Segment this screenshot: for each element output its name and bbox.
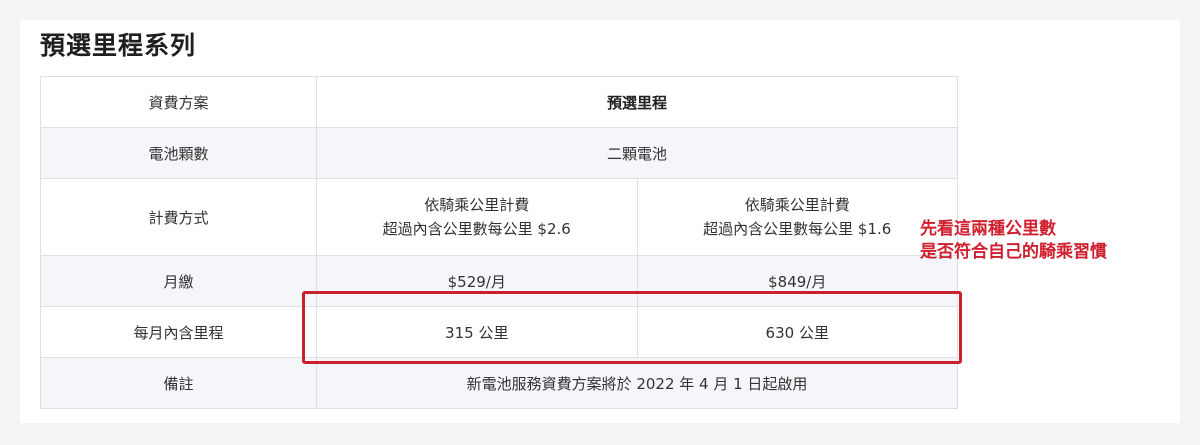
- row-label-note: 備註: [40, 357, 317, 409]
- row-label-plan: 資費方案: [40, 76, 317, 128]
- billing-cell-1: 依騎乘公里計費 超過內含公里數每公里 $2.6: [316, 178, 638, 256]
- annotation-line-2: 是否符合自己的騎乘習慣: [920, 242, 1107, 262]
- plan-name-cell: 預選里程: [316, 76, 958, 128]
- row-label-included: 每月內含里程: [40, 306, 317, 358]
- highlight-box: [302, 291, 962, 364]
- billing-cell-2: 依騎乘公里計費 超過內含公里數每公里 $1.6: [636, 178, 958, 256]
- annotation-text: 先看這兩種公里數 是否符合自己的騎乘習慣: [920, 218, 1107, 264]
- row-label-monthly: 月繳: [40, 255, 317, 307]
- table-row-plan: 資費方案 預選里程: [40, 76, 958, 128]
- row-label-battery: 電池顆數: [40, 127, 317, 179]
- billing-1-line-1: 依騎乘公里計費: [424, 196, 530, 214]
- annotation-line-1: 先看這兩種公里數: [920, 219, 1056, 239]
- page-title: 預選里程系列: [40, 31, 197, 60]
- battery-count-cell: 二顆電池: [316, 127, 958, 179]
- table-row-battery: 電池顆數 二顆電池: [40, 127, 958, 179]
- billing-2-line-2: 超過內含公里數每公里 $1.6: [703, 220, 892, 238]
- row-label-billing: 計費方式: [40, 178, 317, 256]
- table-row-note: 備註 新電池服務資費方案將於 2022 年 4 月 1 日起啟用: [40, 357, 958, 409]
- billing-2-line-1: 依騎乘公里計費: [744, 196, 850, 214]
- billing-1-line-2: 超過內含公里數每公里 $2.6: [382, 220, 571, 238]
- table-row-billing: 計費方式 依騎乘公里計費 超過內含公里數每公里 $2.6 依騎乘公里計費 超過內…: [40, 178, 958, 256]
- note-cell: 新電池服務資費方案將於 2022 年 4 月 1 日起啟用: [316, 357, 958, 409]
